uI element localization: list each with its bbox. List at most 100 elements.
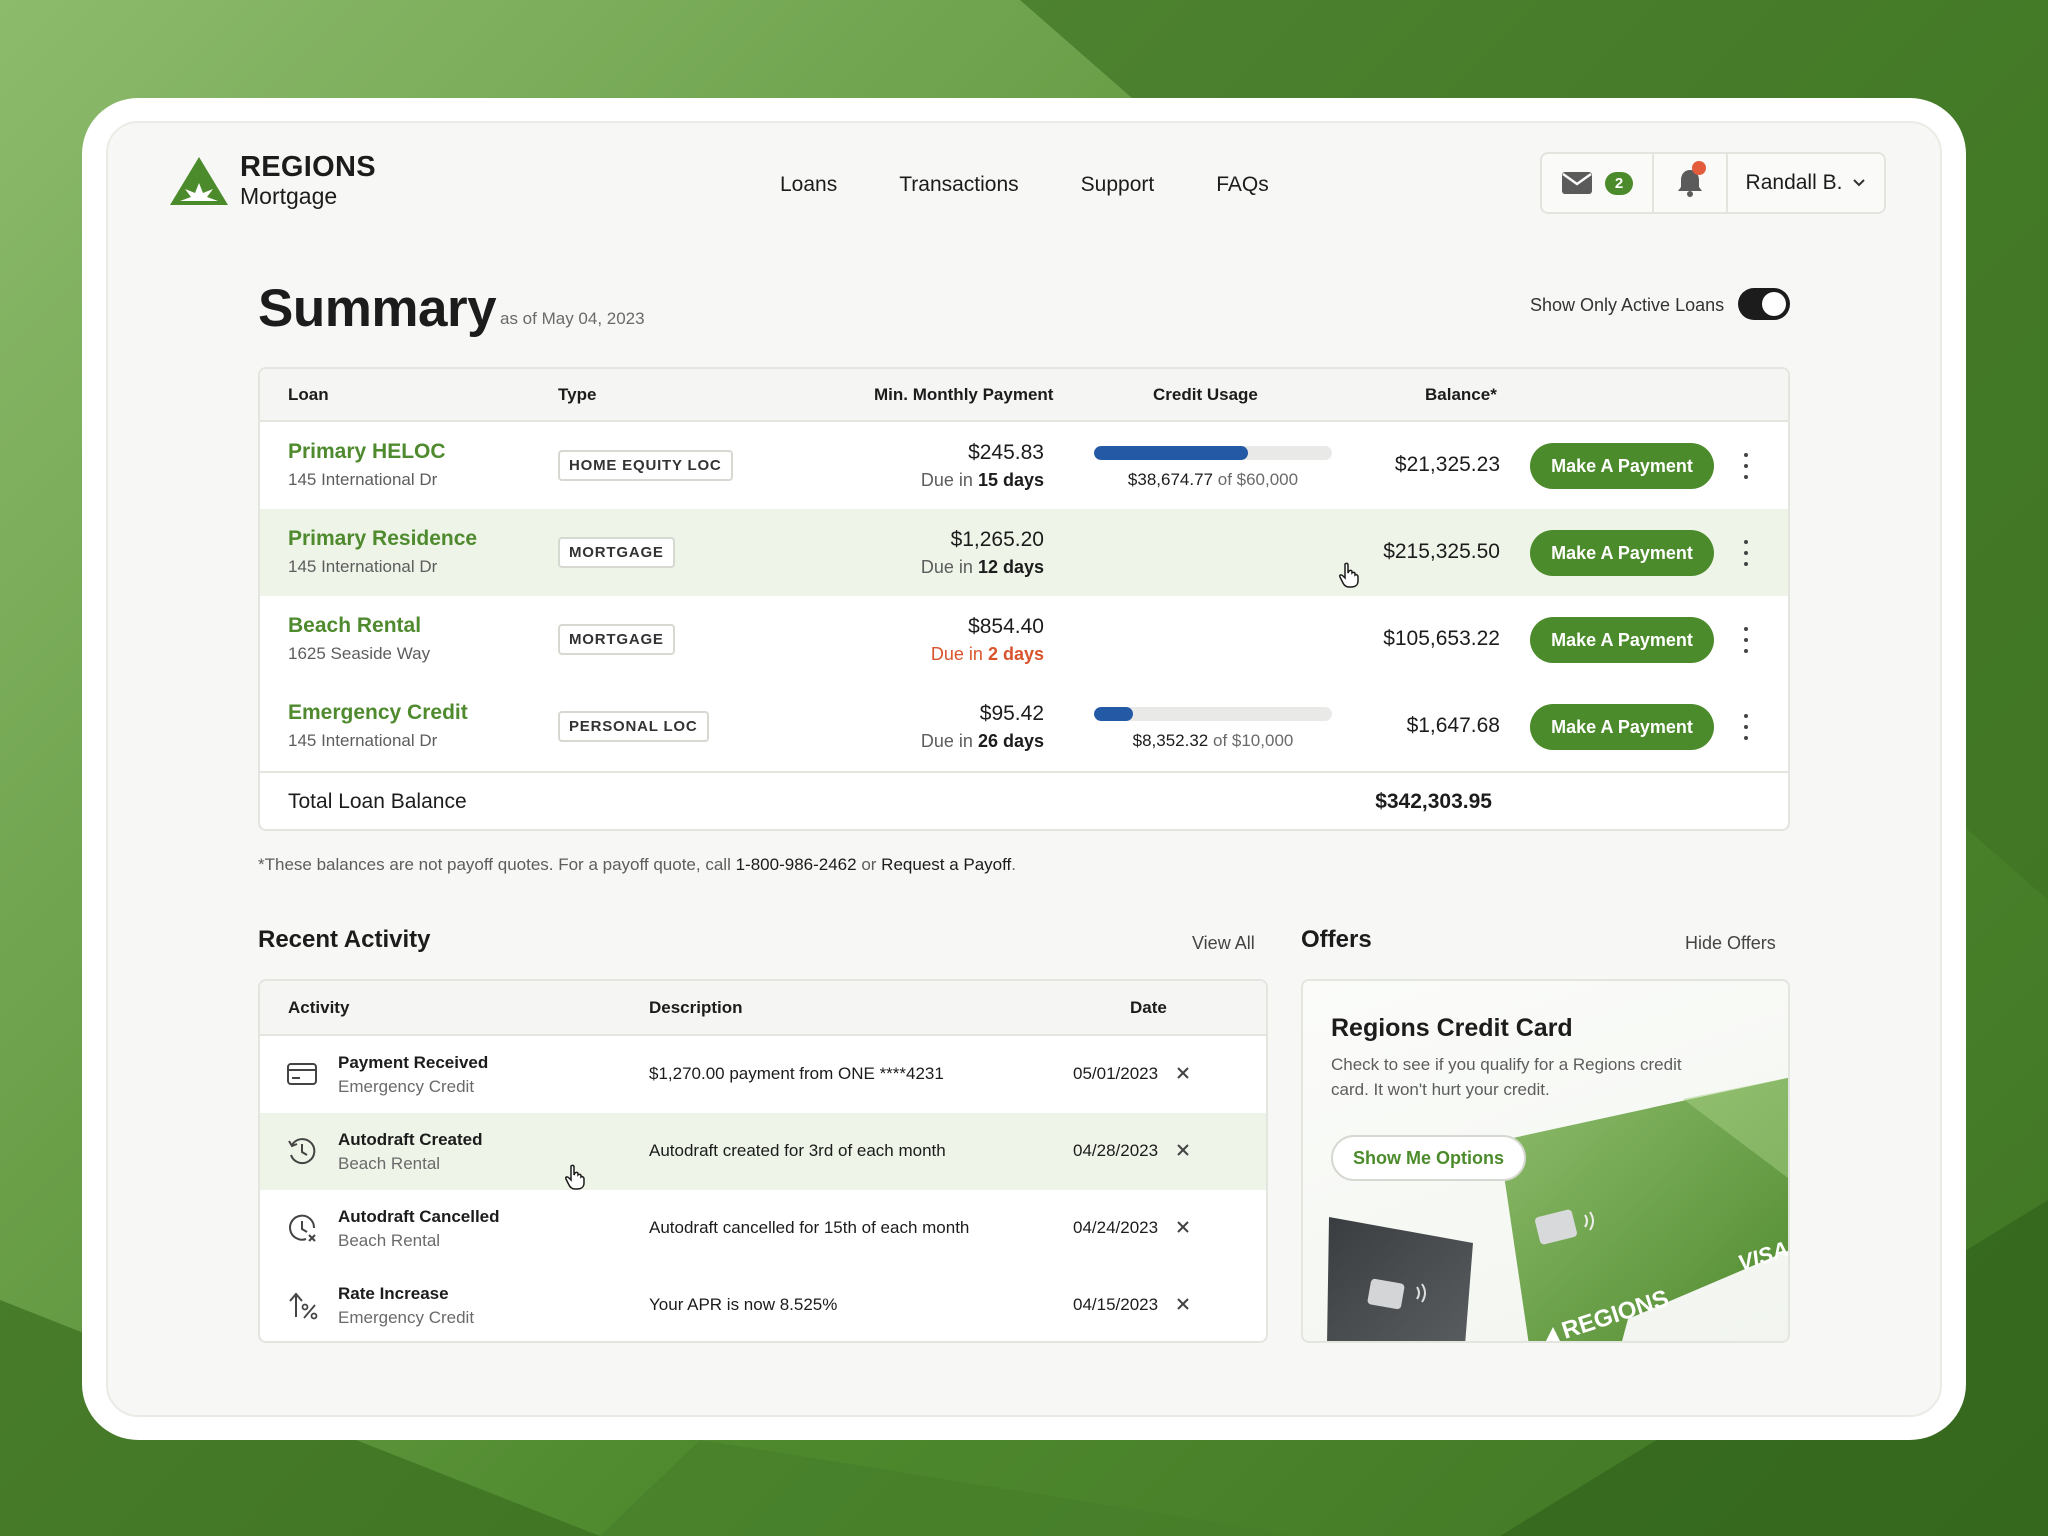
activity-sub: Emergency Credit: [338, 1308, 475, 1327]
credit-usage-text: $8,352.32 of $10,000: [1132, 731, 1294, 750]
user-menu[interactable]: Randall B.: [1728, 154, 1884, 212]
col-balance: Balance*: [1425, 385, 1497, 404]
credit-usage-bar: [1094, 446, 1332, 460]
activity-title: Rate Increase: [338, 1284, 449, 1303]
loan-balance: $215,325.50: [1383, 540, 1500, 563]
notifications-button[interactable]: [1654, 154, 1728, 212]
brand-sub: Mortgage: [240, 183, 338, 209]
hide-offers-link[interactable]: Hide Offers: [1685, 933, 1776, 954]
loan-name[interactable]: Primary HELOC: [288, 440, 446, 464]
card-icon: [287, 1063, 317, 1085]
credit-usage-text: $38,674.77 of $60,000: [1127, 470, 1299, 489]
nav-support[interactable]: Support: [1081, 173, 1155, 197]
col-date: Date: [1130, 998, 1167, 1017]
loan-address: 1625 Seaside Way: [288, 644, 431, 663]
clock-repeat-icon: [288, 1138, 316, 1165]
col-description: Description: [649, 998, 743, 1017]
notification-dot: [1692, 161, 1706, 175]
messages-button[interactable]: 2: [1542, 154, 1654, 212]
col-activity: Activity: [288, 998, 350, 1017]
min-payment: $1,265.20: [950, 528, 1044, 551]
loan-address: 145 International Dr: [288, 470, 438, 489]
activity-date: 04/24/2023: [1073, 1218, 1159, 1237]
activity-date: 04/15/2023: [1073, 1295, 1159, 1314]
more-options-icon[interactable]: [1738, 622, 1754, 658]
nav-loans[interactable]: Loans: [780, 173, 837, 197]
activity-row[interactable]: Rate Increase Emergency Credit Your APR …: [260, 1267, 1266, 1341]
loan-balance: $21,325.23: [1394, 453, 1500, 476]
activity-row[interactable]: Payment Received Emergency Credit $1,270…: [260, 1036, 1266, 1113]
loan-row[interactable]: Primary Residence 145 International Dr M…: [260, 509, 1788, 596]
activity-table-header: Activity Description Date: [260, 981, 1266, 1036]
make-payment-button[interactable]: Make A Payment: [1530, 704, 1714, 750]
brand-logo[interactable]: REGIONS Mortgage: [168, 153, 376, 208]
due-in: Due in 15 days: [920, 470, 1044, 490]
activity-desc: Autodraft created for 3rd of each month: [649, 1141, 946, 1160]
offer-text: Check to see if you qualify for a Region…: [1331, 1055, 1682, 1099]
total-value: $342,303.95: [1375, 790, 1492, 813]
loan-balance: $1,647.68: [1406, 714, 1500, 737]
activity-sub: Beach Rental: [338, 1154, 441, 1173]
credit-card-offer: REGIONS VISA Regions Credit Card Check t…: [1301, 979, 1790, 1343]
col-payment: Min. Monthly Payment: [874, 385, 1054, 404]
more-options-icon[interactable]: [1738, 709, 1754, 745]
col-type: Type: [558, 385, 597, 404]
dismiss-icon[interactable]: [1172, 1216, 1194, 1238]
recent-activity-title: Recent Activity: [258, 926, 431, 953]
loan-type-tag: MORTGAGE: [558, 537, 675, 568]
loan-row[interactable]: Emergency Credit 145 International Dr PE…: [260, 683, 1788, 770]
due-in: Due in 12 days: [920, 557, 1044, 577]
hand-pointer-icon: [565, 1164, 585, 1190]
loan-name[interactable]: Primary Residence: [288, 527, 477, 551]
view-all-link[interactable]: View All: [1192, 933, 1255, 954]
nav-transactions[interactable]: Transactions: [899, 173, 1018, 197]
clock-cancel-icon: [289, 1214, 316, 1242]
credit-usage-fill: [1094, 707, 1134, 721]
user-toolbar: 2 Randall B.: [1540, 152, 1886, 214]
dismiss-icon[interactable]: [1172, 1139, 1194, 1161]
loans-table-header: Loan Type Min. Monthly Payment Credit Us…: [260, 369, 1788, 422]
min-payment: $95.42: [979, 702, 1044, 725]
loan-type-tag: PERSONAL LOC: [558, 711, 709, 742]
dismiss-icon[interactable]: [1172, 1293, 1194, 1315]
show-options-button[interactable]: Show Me Options: [1331, 1135, 1526, 1181]
activity-table: Activity Description Date Payment Receiv…: [258, 979, 1268, 1343]
loan-address: 145 International Dr: [288, 557, 438, 576]
main-nav: Loans Transactions Support FAQs: [780, 173, 1269, 197]
activity-row[interactable]: Autodraft Cancelled Beach Rental Autodra…: [260, 1190, 1266, 1267]
toggle-knob: [1762, 292, 1786, 316]
loan-name[interactable]: Emergency Credit: [288, 701, 468, 725]
payoff-phone[interactable]: 1-800-986-2462: [736, 855, 857, 874]
activity-date: 04/28/2023: [1073, 1141, 1159, 1160]
brand-name: REGIONS: [240, 151, 376, 183]
loan-row[interactable]: Primary HELOC 145 International Dr HOME …: [260, 422, 1788, 509]
min-payment: $854.40: [968, 615, 1044, 638]
rate-up-icon: [289, 1292, 318, 1320]
hand-pointer-icon: [1339, 562, 1359, 588]
active-loans-toggle-label: Show Only Active Loans: [1530, 295, 1725, 315]
more-options-icon[interactable]: [1738, 535, 1754, 571]
loan-type-tag: MORTGAGE: [558, 624, 675, 655]
dismiss-icon[interactable]: [1172, 1062, 1194, 1084]
activity-row[interactable]: Autodraft Created Beach Rental Autodraft…: [260, 1113, 1266, 1190]
active-loans-toggle[interactable]: [1738, 288, 1790, 320]
user-name: Randall B.: [1745, 171, 1843, 194]
balance-footnote: *These balances are not payoff quotes. F…: [258, 855, 1017, 874]
loan-name[interactable]: Beach Rental: [288, 614, 421, 638]
make-payment-button[interactable]: Make A Payment: [1530, 530, 1714, 576]
loan-type-tag: HOME EQUITY LOC: [558, 450, 733, 481]
request-payoff-link[interactable]: Request a Payoff: [881, 855, 1011, 874]
make-payment-button[interactable]: Make A Payment: [1530, 443, 1714, 489]
offer-title: Regions Credit Card: [1331, 1014, 1573, 1042]
loan-row[interactable]: Beach Rental 1625 Seaside Way MORTGAGE $…: [260, 596, 1788, 683]
mail-count-badge: 2: [1604, 171, 1634, 195]
col-credit-usage: Credit Usage: [1153, 385, 1258, 404]
nav-faqs[interactable]: FAQs: [1216, 173, 1269, 197]
loan-balance: $105,653.22: [1383, 627, 1500, 650]
col-loan: Loan: [288, 385, 329, 404]
more-options-icon[interactable]: [1738, 448, 1754, 484]
activity-desc: Your APR is now 8.525%: [649, 1295, 838, 1314]
chevron-down-icon: [1853, 179, 1866, 187]
make-payment-button[interactable]: Make A Payment: [1530, 617, 1714, 663]
credit-usage-bar: [1094, 707, 1332, 721]
